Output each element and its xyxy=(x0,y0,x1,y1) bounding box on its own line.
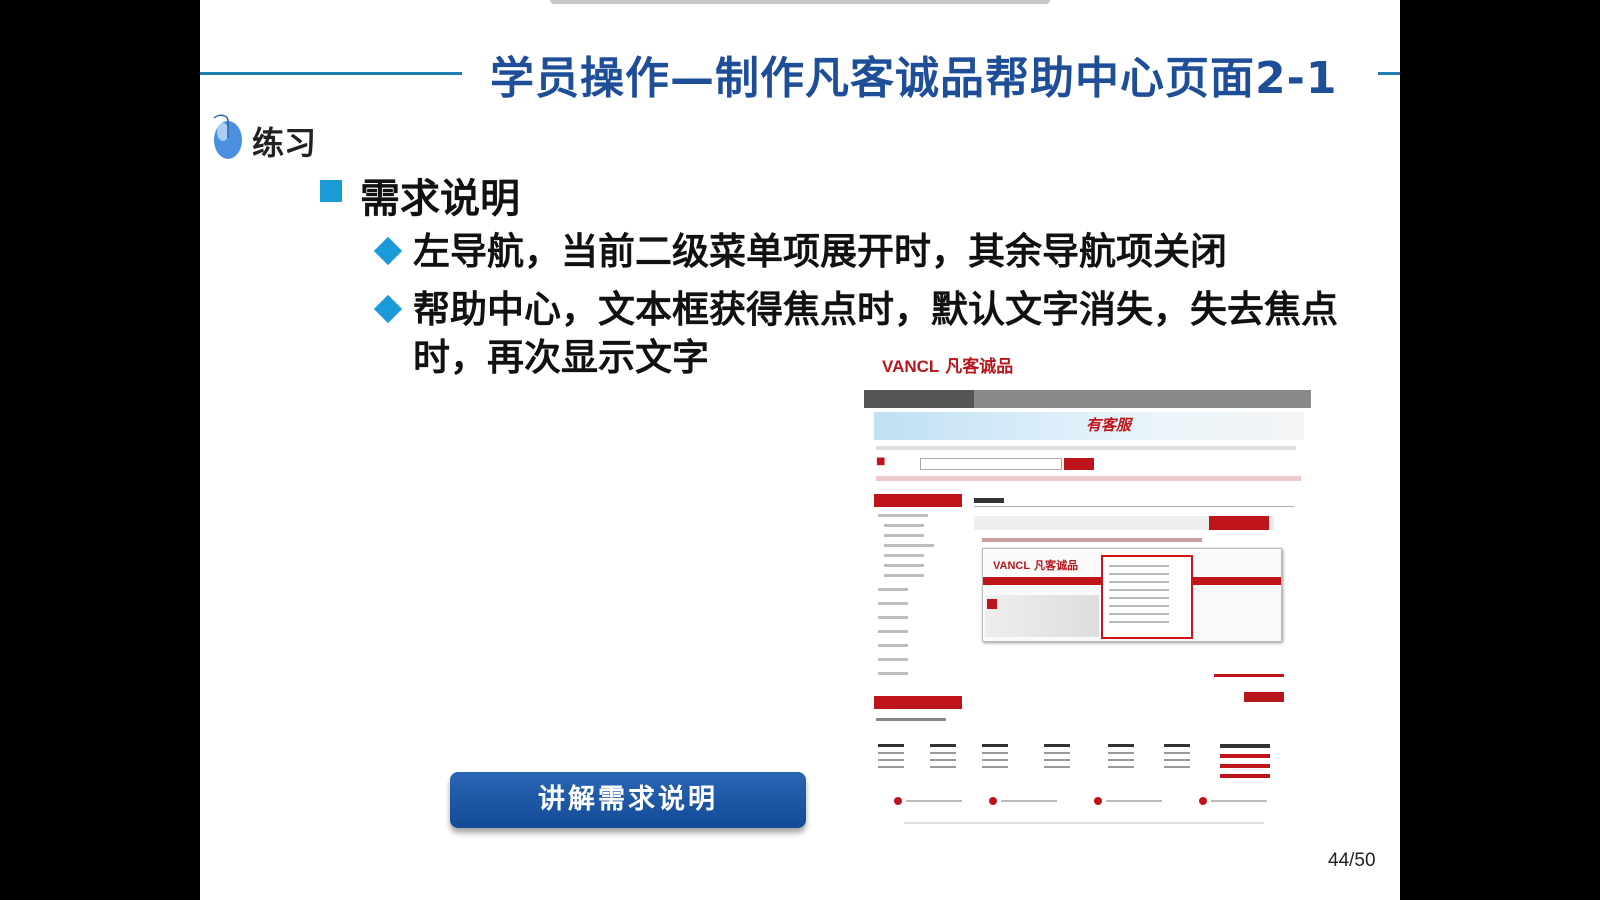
submit-button xyxy=(1244,692,1284,702)
diamond-bullet-icon xyxy=(373,236,403,266)
left-nav-item xyxy=(878,514,928,517)
left-nav-item xyxy=(884,574,924,577)
popup-line xyxy=(1109,605,1169,607)
quick-links-row xyxy=(876,476,1301,481)
bullet-item-1: 左导航，当前二级菜单项展开时，其余导航项关闭 xyxy=(413,230,1227,273)
left-nav-item xyxy=(884,544,934,547)
inner-logo-brand: VANCL xyxy=(993,560,1031,572)
service-badge xyxy=(1199,797,1279,805)
left-nav-item xyxy=(884,534,924,537)
title-rule-left xyxy=(200,72,462,75)
footer-column xyxy=(878,744,908,774)
explain-requirements-button[interactable]: 讲解需求说明 xyxy=(450,772,806,828)
service-badge xyxy=(989,797,1069,805)
left-nav-item xyxy=(884,564,924,567)
footer-column xyxy=(930,744,960,774)
popup-line xyxy=(1109,613,1169,615)
left-nav-item xyxy=(878,658,908,661)
section-title xyxy=(974,498,1004,503)
service-badge xyxy=(894,797,974,805)
popup-line xyxy=(1109,573,1169,575)
section-description xyxy=(982,538,1202,542)
practice-label: 练习 xyxy=(252,124,317,162)
popup-line xyxy=(1109,565,1169,567)
left-nav-item xyxy=(878,630,908,633)
section-divider xyxy=(974,506,1294,507)
popup-line xyxy=(1109,621,1169,623)
vancl-logo: VANCL 凡客诚品 xyxy=(876,352,1013,378)
service-badges xyxy=(894,797,1304,806)
logo-brand: VANCL xyxy=(882,357,940,376)
inner-vancl-logo: VANCL 凡客诚品 xyxy=(989,557,1078,573)
footer-column xyxy=(1164,744,1194,774)
requirement-heading: 需求说明 xyxy=(360,176,520,222)
feedback-link xyxy=(1214,674,1284,677)
diamond-bullet-icon xyxy=(373,294,403,324)
footer-column xyxy=(982,744,1012,774)
inner-dropdown-highlight xyxy=(1101,555,1193,639)
hotline-block xyxy=(1220,744,1300,784)
left-nav-item xyxy=(878,602,908,605)
help-search-input xyxy=(920,458,1062,470)
left-nav-item xyxy=(884,554,924,557)
mouse-icon xyxy=(213,114,242,159)
left-nav-item xyxy=(878,588,908,591)
footer-column xyxy=(1108,744,1138,774)
popup-line xyxy=(1109,597,1169,599)
slide-title: 学员操作—制作凡客诚品帮助中心页面2-1 xyxy=(490,53,1338,104)
banner-text: 有客服 xyxy=(1086,416,1132,434)
inner-promo-image xyxy=(985,595,1099,637)
left-nav-item xyxy=(878,644,908,647)
top-nav-bar xyxy=(864,390,1311,408)
left-nav-item xyxy=(878,616,908,619)
service-badge xyxy=(1094,797,1174,805)
breadcrumb xyxy=(876,446,1296,450)
title-rule-right xyxy=(1378,72,1400,75)
help-center-label: ■ xyxy=(876,456,886,467)
contact-phone xyxy=(876,706,946,709)
left-nav-item xyxy=(878,672,908,675)
square-bullet-icon xyxy=(320,180,342,202)
contact-email xyxy=(876,718,946,721)
inner-logo-cn: 凡客诚品 xyxy=(1034,560,1079,572)
inner-t-badge xyxy=(987,599,997,609)
popup-line xyxy=(1109,581,1169,583)
popup-line xyxy=(1109,589,1169,591)
help-search-button xyxy=(1064,458,1094,470)
slide: 学员操作—制作凡客诚品帮助中心页面2-1 练习 需求说明 左导航，当前二级菜单项… xyxy=(200,0,1400,900)
footer-column xyxy=(1044,744,1074,774)
inner-screenshot: VANCL 凡客诚品 xyxy=(982,548,1282,642)
vancl-help-center-screenshot: VANCL 凡客诚品 有客服 ■ VANCL 凡客诚品 xyxy=(864,352,1311,850)
purchase-step-active xyxy=(1209,516,1269,530)
category-tab xyxy=(864,390,974,408)
left-nav-item xyxy=(884,524,924,527)
left-nav-header xyxy=(874,494,962,507)
logo-cn: 凡客诚品 xyxy=(945,357,1014,376)
copyright-line xyxy=(904,822,1264,824)
page-number: 44/50 xyxy=(1328,850,1376,871)
top-scrollbar-edge xyxy=(550,0,1050,4)
